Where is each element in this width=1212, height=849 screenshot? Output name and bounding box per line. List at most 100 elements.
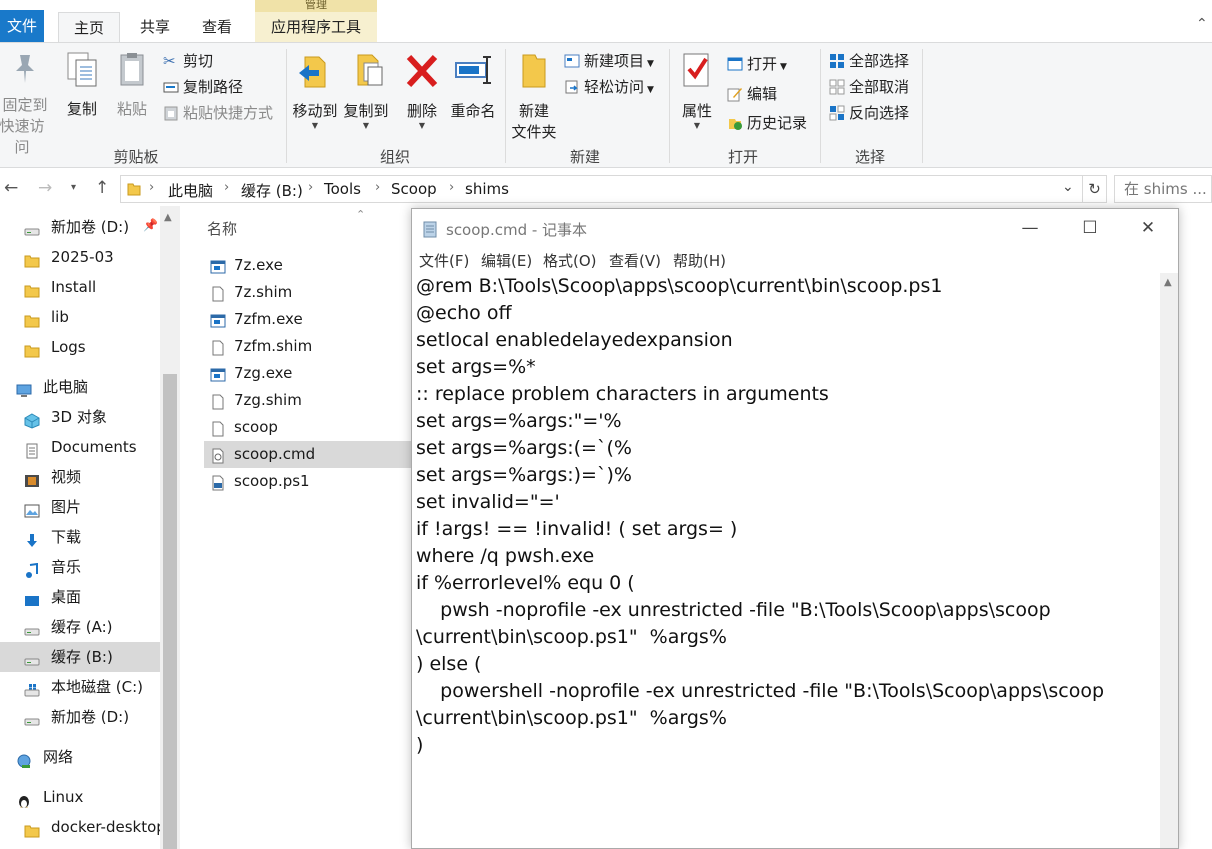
- recent-locations-chevron-icon[interactable]: ▾: [71, 182, 76, 193]
- text-line: @rem B:\Tools\Scoop\apps\scoop\current\b…: [416, 275, 943, 297]
- forward-arrow-icon[interactable]: →: [38, 178, 52, 198]
- breadcrumb-tools[interactable]: Tools: [324, 180, 361, 198]
- sidebar-item[interactable]: 本地磁盘 (C:): [0, 672, 160, 702]
- tab-share[interactable]: 共享: [130, 12, 180, 42]
- invert-selection-button[interactable]: 反向选择: [829, 101, 909, 125]
- sidebar-item[interactable]: 网络: [0, 742, 160, 772]
- breadcrumb-chevron-icon[interactable]: ›: [375, 180, 380, 195]
- new-folder-button[interactable]: 新建 文件夹: [510, 51, 558, 143]
- file-row[interactable]: 7zg.exe: [204, 360, 412, 387]
- menu-view[interactable]: 查看(V): [609, 250, 661, 271]
- sidebar-item[interactable]: 音乐: [0, 552, 160, 582]
- scroll-up-arrow-icon[interactable]: ▲: [1164, 277, 1172, 288]
- text-line: @echo off: [416, 302, 512, 324]
- minimize-icon[interactable]: —: [1007, 213, 1053, 243]
- sidebar-item[interactable]: lib: [0, 302, 160, 332]
- breadcrumb-chevron-icon[interactable]: ›: [224, 180, 229, 195]
- file-row[interactable]: 7z.shim: [204, 279, 412, 306]
- open-button[interactable]: 打开 ▼: [727, 52, 787, 76]
- delete-label: 删除: [406, 102, 437, 120]
- ribbon-expand-chevron-icon[interactable]: ⌃: [1196, 16, 1208, 32]
- breadcrumb-chevron-icon[interactable]: ›: [308, 180, 313, 195]
- sidebar-item[interactable]: Documents: [0, 432, 160, 462]
- copy-to-button[interactable]: 复制到 ▼: [342, 51, 390, 130]
- sidebar-item[interactable]: 下载: [0, 522, 160, 552]
- up-arrow-icon[interactable]: ↑: [95, 178, 109, 198]
- paste-shortcut-button[interactable]: 粘贴快捷方式: [163, 101, 273, 125]
- breadcrumb-chevron-icon[interactable]: ›: [149, 180, 154, 195]
- file-row[interactable]: scoop.cmd: [204, 441, 412, 468]
- menu-format[interactable]: 格式(O): [543, 250, 597, 271]
- copy-to-dropdown-icon: ▼: [362, 121, 370, 130]
- tab-app-tools[interactable]: 应用程序工具: [255, 12, 377, 42]
- vertical-scrollbar[interactable]: [1160, 273, 1178, 848]
- file-name: 7z.exe: [234, 256, 283, 274]
- sidebar-item[interactable]: 3D 对象: [0, 402, 160, 432]
- breadcrumb-chevron-icon[interactable]: ›: [449, 180, 454, 195]
- close-icon[interactable]: ✕: [1125, 213, 1171, 243]
- move-to-button[interactable]: 移动到 ▼: [291, 51, 339, 130]
- edit-button[interactable]: 编辑: [727, 82, 777, 106]
- menu-edit[interactable]: 编辑(E): [481, 250, 532, 271]
- breadcrumb-scoop[interactable]: Scoop: [391, 180, 437, 198]
- copy-button[interactable]: 复制: [62, 51, 102, 120]
- tab-file[interactable]: 文件: [0, 10, 44, 42]
- history-button[interactable]: 历史记录: [727, 111, 807, 135]
- scroll-up-arrow-icon[interactable]: ▲: [164, 212, 172, 223]
- copy-path-button[interactable]: 复制路径: [163, 75, 243, 99]
- column-header-name[interactable]: 名称: [207, 218, 237, 239]
- menu-help[interactable]: 帮助(H): [673, 250, 726, 271]
- pin-to-quick-access-button[interactable]: 固定到 快速访问: [0, 51, 50, 158]
- sidebar-item[interactable]: 桌面: [0, 582, 160, 612]
- easy-access-button[interactable]: 轻松访问 ▼: [564, 75, 654, 99]
- sidebar-item[interactable]: 新加卷 (D:): [0, 702, 160, 732]
- sidebar-item[interactable]: Linux: [0, 782, 160, 812]
- tab-home[interactable]: 主页: [58, 12, 120, 42]
- sidebar-item[interactable]: 2025-03: [0, 242, 160, 272]
- breadcrumb-this-pc[interactable]: 此电脑: [168, 180, 213, 201]
- cut-button[interactable]: ✂ 剪切: [163, 49, 213, 73]
- select-all-icon: [830, 54, 844, 68]
- breadcrumb-drive-b[interactable]: 缓存 (B:): [241, 180, 303, 201]
- network-icon: [16, 749, 32, 768]
- maximize-icon[interactable]: ☐: [1067, 213, 1113, 243]
- file-name: 7z.shim: [234, 283, 293, 301]
- select-none-button[interactable]: 全部取消: [829, 75, 909, 99]
- refresh-icon[interactable]: ↻: [1083, 175, 1107, 203]
- address-history-chevron-icon[interactable]: ⌄: [1062, 179, 1074, 195]
- sidebar-item[interactable]: 此电脑: [0, 372, 160, 402]
- sidebar-item[interactable]: docker-desktop: [0, 812, 160, 842]
- file-row[interactable]: 7zg.shim: [204, 387, 412, 414]
- select-all-button[interactable]: 全部选择: [829, 49, 909, 73]
- breadcrumb-shims[interactable]: shims: [465, 180, 509, 198]
- drive-icon: [24, 649, 40, 666]
- file-row[interactable]: 7z.exe: [204, 252, 412, 279]
- notepad-text-area[interactable]: @rem B:\Tools\Scoop\apps\scoop\current\b…: [416, 273, 1160, 848]
- notepad-titlebar[interactable]: scoop.cmd - 记事本 — ☐ ✕: [412, 209, 1178, 247]
- sidebar-item[interactable]: Logs: [0, 332, 160, 362]
- file-row[interactable]: 7zfm.shim: [204, 333, 412, 360]
- sidebar-item[interactable]: 缓存 (A:): [0, 612, 160, 642]
- back-arrow-icon[interactable]: ←: [4, 178, 18, 198]
- properties-button[interactable]: 属性 ▼: [677, 51, 717, 130]
- sidebar-item[interactable]: 新加卷 (D:): [0, 212, 160, 242]
- menu-file[interactable]: 文件(F): [419, 250, 469, 271]
- sidebar-item[interactable]: Install: [0, 272, 160, 302]
- sidebar-item[interactable]: 视频: [0, 462, 160, 492]
- sidebar-item[interactable]: 图片: [0, 492, 160, 522]
- nav-scrollbar-thumb[interactable]: [163, 374, 177, 849]
- file-row[interactable]: scoop.ps1: [204, 468, 412, 495]
- tab-view[interactable]: 查看: [192, 12, 242, 42]
- sidebar-item[interactable]: 缓存 (B:): [0, 642, 160, 672]
- notepad-menubar: 文件(F) 编辑(E) 格式(O) 查看(V) 帮助(H): [412, 247, 1178, 273]
- search-input[interactable]: 在 shims ...: [1114, 175, 1212, 203]
- file-row[interactable]: 7zfm.exe: [204, 306, 412, 333]
- pin-icon[interactable]: 📌: [143, 218, 158, 232]
- rename-button[interactable]: 重命名: [448, 51, 498, 122]
- file-row[interactable]: scoop: [204, 414, 412, 441]
- address-bar[interactable]: › 此电脑 › 缓存 (B:) › Tools › Scoop › shims …: [120, 175, 1083, 203]
- paste-button[interactable]: 粘贴: [112, 51, 152, 120]
- delete-button[interactable]: 删除 ▼: [402, 51, 442, 130]
- folder-icon: [127, 183, 141, 196]
- new-item-button[interactable]: 新建项目 ▼: [564, 49, 654, 73]
